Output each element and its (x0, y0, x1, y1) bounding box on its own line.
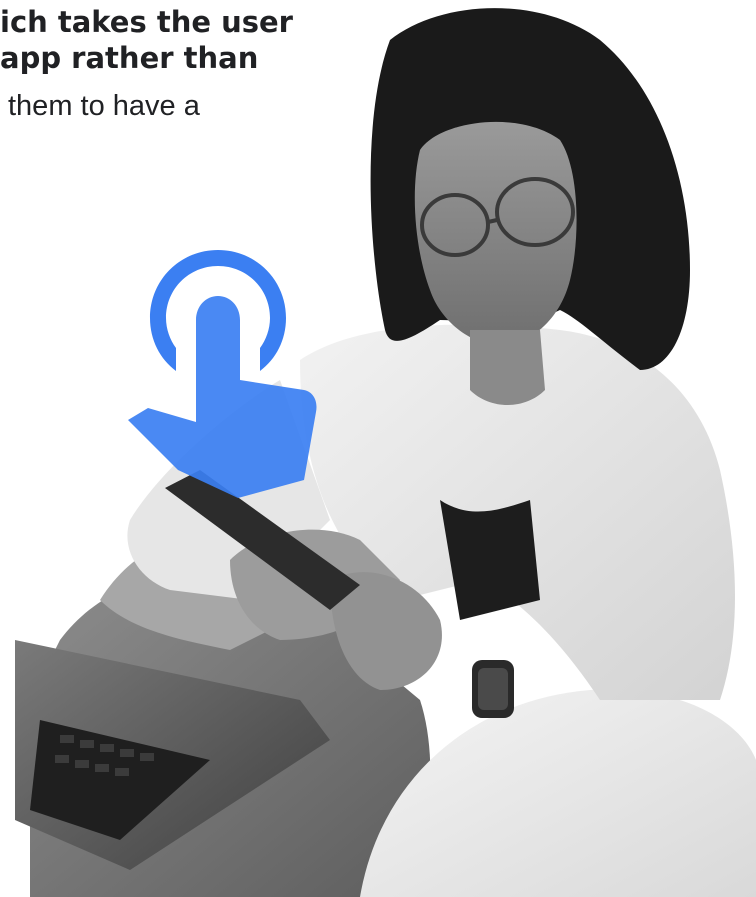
touch-tap-icon (128, 250, 317, 498)
copy-line-2: app rather than (0, 41, 259, 75)
copy-line-1: ich takes the user (0, 5, 293, 39)
copy-line-3: them to have a (8, 90, 200, 122)
promo-panel: ich takes the user app rather than them … (0, 0, 756, 897)
body-copy: ich takes the user app rather than them … (0, 0, 360, 140)
